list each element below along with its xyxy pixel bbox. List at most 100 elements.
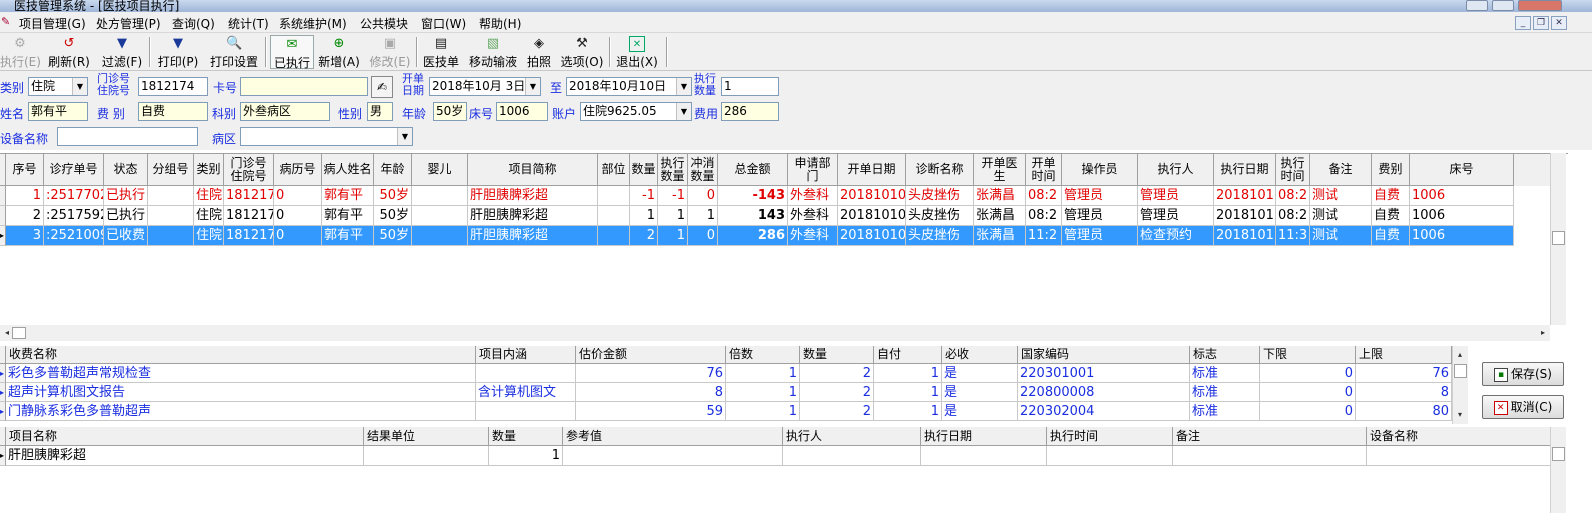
column-header[interactable]: 开单医 生 [974, 154, 1026, 186]
table-cell[interactable] [1047, 446, 1173, 466]
column-header[interactable]: 分组号 [148, 154, 194, 186]
sex-field[interactable]: 男 [367, 102, 393, 121]
result-grid[interactable]: 项目名称 结果单位 数量 参考值 执行人 执行日期 执行时间 备注 设备名称 ▸ 肝胆胰脾彩超 1 [0, 427, 1568, 513]
table-cell[interactable] [1173, 446, 1367, 466]
filter-button[interactable]: ▼ 过滤(F) [99, 35, 145, 69]
menu-maintenance[interactable]: 系统维护(M) [279, 15, 347, 32]
menu-help[interactable]: 帮助(H) [479, 15, 521, 32]
column-header[interactable]: 门诊号 住院号 [224, 154, 274, 186]
exit-button[interactable]: ✕ 退出(X) [615, 35, 659, 69]
menu-common[interactable]: 公共模块 [360, 15, 408, 32]
table-cell[interactable]: 220302004 [1018, 402, 1190, 421]
column-header[interactable]: 执行日期 [921, 427, 1047, 446]
table-cell[interactable]: 标准 [1190, 402, 1260, 421]
column-header[interactable]: 诊疗单号 [44, 154, 104, 186]
column-header[interactable]: 病历号 [274, 154, 322, 186]
column-header[interactable]: 部位 [598, 154, 630, 186]
column-header[interactable]: 冲消 数量 [688, 154, 718, 186]
visit-no-field[interactable]: 1812174 [138, 77, 208, 96]
column-header[interactable]: 项目名称 [6, 427, 364, 446]
column-header[interactable]: 结果单位 [364, 427, 489, 446]
table-cell[interactable]: 76 [1356, 364, 1452, 383]
fee-type-field[interactable]: 自费 [138, 102, 208, 121]
cost-field[interactable]: 286 [721, 102, 779, 121]
table-cell[interactable]: 2 [800, 402, 874, 421]
options-button[interactable]: ⚒ 选项(O) [560, 35, 604, 69]
column-header[interactable]: 执行人 [1138, 154, 1214, 186]
column-header[interactable]: 倍数 [726, 346, 800, 364]
table-cell[interactable]: 80 [1356, 402, 1452, 421]
table-cell[interactable]: 1 [726, 402, 800, 421]
table-row[interactable]: 2:2517592 已执行 住院 181217 0 郭有平 50岁 肝胆胰脾彩超 1 1 1 143 外… [0, 206, 1514, 226]
minimize-window-button[interactable] [1466, 0, 1488, 11]
table-cell[interactable]: 220301001 [1018, 364, 1190, 383]
column-header[interactable]: 执行 数量 [658, 154, 688, 186]
edit-button[interactable]: ▣ 修改(E) [368, 35, 412, 69]
column-header[interactable]: 开单 时间 [1026, 154, 1062, 186]
column-header[interactable]: 标志 [1190, 346, 1260, 364]
column-header[interactable]: 收费名称 [6, 346, 476, 364]
tech-form-button[interactable]: ▤ 医技单 [421, 35, 461, 69]
column-header[interactable]: 操作员 [1062, 154, 1138, 186]
table-cell[interactable]: 1 [726, 364, 800, 383]
ward-select[interactable]: ▼ [240, 127, 413, 146]
column-header[interactable]: 执行日期 [1214, 154, 1276, 186]
account-select[interactable]: 住院9625.05 ▼ [580, 102, 692, 121]
table-cell[interactable]: 220800008 [1018, 383, 1190, 402]
fee-items-grid[interactable]: 收费名称 项目内涵 估价金额 倍数 数量 自付 必收 国家编码 标志 下限 上限 ▸ 彩色多普勒超声常… [0, 346, 1468, 424]
card-reader-icon[interactable]: ✍ [371, 76, 393, 98]
chevron-down-icon[interactable]: ▼ [397, 128, 412, 145]
column-header[interactable]: 执行人 [783, 427, 921, 446]
scroll-down-icon[interactable]: ▾ [1453, 408, 1467, 422]
table-cell[interactable] [1367, 446, 1554, 466]
scroll-thumb[interactable] [12, 327, 26, 339]
add-button[interactable]: ⊕ 新增(A) [317, 35, 361, 69]
column-header[interactable]: 项目简称 [468, 154, 598, 186]
table-cell[interactable]: 0 [1260, 364, 1356, 383]
table-cell[interactable]: 2 [800, 383, 874, 402]
mdi-minimize-icon[interactable]: _ [1515, 16, 1531, 30]
menu-query[interactable]: 查询(Q) [172, 15, 215, 32]
table-row[interactable]: ▸ 超声计算机图文报告 含计算机图文 8 1 2 1 是 220800008 标准 0 8 [0, 383, 1452, 402]
dept-field[interactable]: 外叁病区 [240, 102, 330, 121]
scroll-up-icon[interactable]: ▴ [1453, 348, 1467, 362]
table-cell[interactable]: 超声计算机图文报告 [6, 383, 476, 402]
column-header[interactable]: 上限 [1356, 346, 1452, 364]
table-cell[interactable]: 2 [800, 364, 874, 383]
column-header[interactable]: 必收 [942, 346, 1018, 364]
column-header[interactable]: 总金额 [718, 154, 788, 186]
column-header[interactable]: 床号 [1410, 154, 1514, 186]
column-header[interactable]: 下限 [1260, 346, 1356, 364]
column-header[interactable]: 设备名称 [1367, 427, 1554, 446]
column-header[interactable]: 执行 时间 [1276, 154, 1310, 186]
execution-grid-hscrollbar[interactable]: ◂ ▸ [0, 325, 1550, 341]
scroll-right-icon[interactable]: ▸ [1536, 326, 1550, 340]
table-cell[interactable]: 1 [489, 446, 563, 466]
card-field[interactable] [240, 77, 368, 96]
table-row[interactable]: ▸ 3:2521009 已收费 住院 181217 0 郭有平 50岁 肝胆胰脾彩超 2 1 0 286… [0, 226, 1514, 246]
restore-window-button[interactable] [1492, 0, 1514, 11]
column-header[interactable]: 备注 [1173, 427, 1367, 446]
column-header[interactable]: 诊断名称 [906, 154, 974, 186]
table-cell[interactable]: 是 [942, 402, 1018, 421]
table-cell[interactable]: 标准 [1190, 364, 1260, 383]
table-cell[interactable]: 门静脉系彩色多普勒超声 [6, 402, 476, 421]
execute-button[interactable]: ⚙ 执行(E) [0, 35, 41, 69]
fee-grid-vscrollbar[interactable]: ▴ ▾ [1452, 346, 1468, 424]
table-cell[interactable] [783, 446, 921, 466]
table-cell[interactable]: 1 [874, 364, 942, 383]
chevron-down-icon[interactable]: ▼ [525, 78, 540, 95]
chevron-down-icon[interactable]: ▼ [676, 103, 691, 120]
table-row[interactable]: ▸ 肝胆胰脾彩超 1 [0, 446, 1554, 466]
column-header[interactable]: 执行时间 [1047, 427, 1173, 446]
column-header[interactable]: 费别 [1372, 154, 1410, 186]
table-cell[interactable]: 是 [942, 383, 1018, 402]
table-cell[interactable]: 8 [1356, 383, 1452, 402]
column-header[interactable]: 类别 [194, 154, 224, 186]
table-cell[interactable]: 0 [1260, 383, 1356, 402]
name-field[interactable]: 郭有平 [28, 102, 88, 121]
table-cell[interactable] [364, 446, 489, 466]
table-cell[interactable] [921, 446, 1047, 466]
column-header[interactable]: 备注 [1310, 154, 1372, 186]
table-cell[interactable]: 1 [874, 402, 942, 421]
